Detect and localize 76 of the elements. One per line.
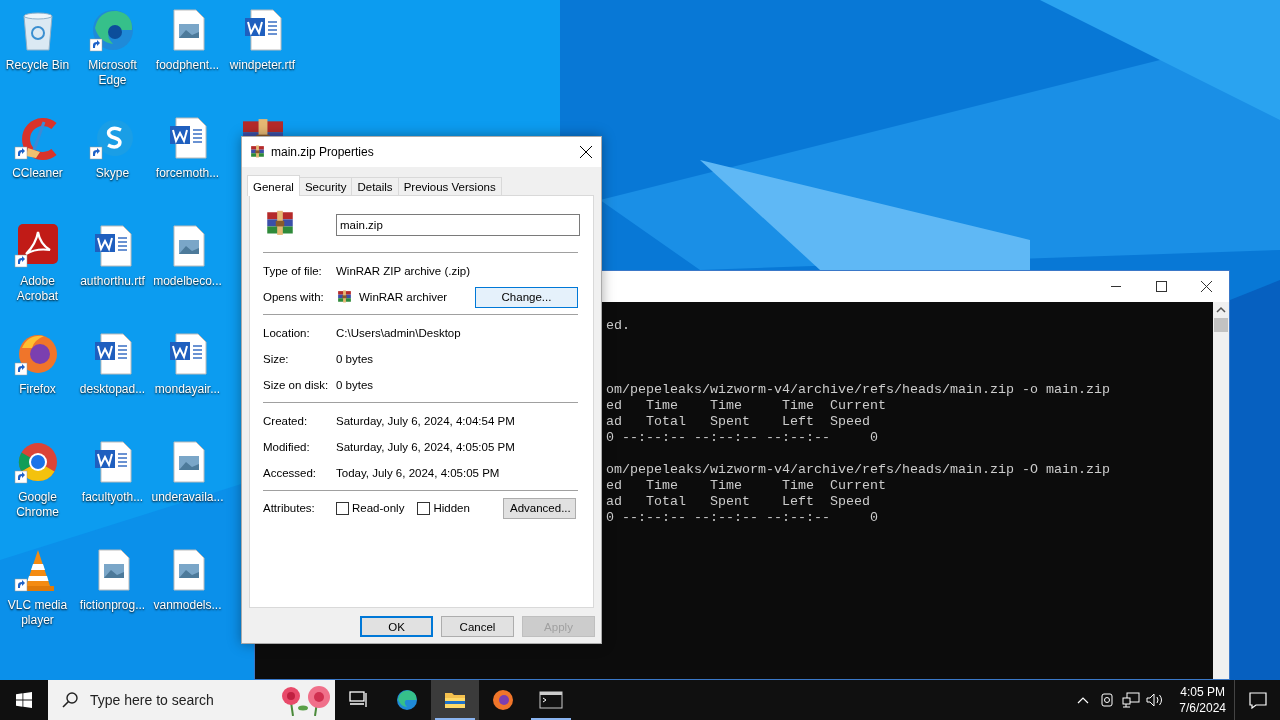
terminal-line: ed Time Time Time Current bbox=[606, 398, 886, 414]
property-label: Opens with: bbox=[263, 291, 325, 303]
windows-icon bbox=[16, 692, 32, 708]
notification-icon bbox=[1248, 691, 1267, 709]
property-value: 0 bytes bbox=[336, 379, 374, 391]
search-field[interactable]: Type here to search bbox=[48, 680, 335, 720]
scroll-thumb[interactable] bbox=[1214, 318, 1228, 332]
property-label: Modified: bbox=[263, 441, 311, 453]
terminal-line: ed. bbox=[606, 318, 630, 334]
desktop-shortcut[interactable]: modelbeco... bbox=[150, 216, 225, 324]
volume-icon[interactable] bbox=[1146, 692, 1165, 708]
desktop-shortcut[interactable]: facultyoth... bbox=[75, 432, 150, 540]
property-label: Accessed: bbox=[263, 467, 318, 479]
desktop-shortcut[interactable]: underavaila... bbox=[150, 432, 225, 540]
tab[interactable]: General bbox=[247, 175, 300, 196]
device-icon[interactable] bbox=[1099, 692, 1116, 708]
folder-icon bbox=[445, 693, 465, 708]
desktop-shortcut[interactable]: authorthu.rtf bbox=[75, 216, 150, 324]
dialog-button[interactable]: OK bbox=[360, 616, 433, 637]
close-icon bbox=[580, 146, 592, 158]
desktop-shortcut[interactable]: Adobe Acrobat bbox=[0, 216, 75, 324]
close-icon bbox=[1201, 281, 1212, 292]
browser-icon bbox=[493, 690, 513, 710]
desktop-shortcut[interactable]: CCleaner bbox=[0, 108, 75, 216]
terminal-line: 0 --:--:-- --:--:-- --:--:-- 0 bbox=[606, 430, 878, 446]
change-button[interactable]: Change... bbox=[475, 286, 578, 308]
desktop-shortcut[interactable]: Firefox bbox=[0, 324, 75, 432]
terminal-line: ad Total Spent Left Speed bbox=[606, 414, 870, 430]
property-label: Created: bbox=[263, 415, 309, 427]
desktop-shortcut[interactable]: vanmodels... bbox=[150, 540, 225, 648]
desktop-shortcut[interactable]: fictionprog... bbox=[75, 540, 150, 648]
desktop-shortcut[interactable]: Microsoft Edge bbox=[75, 0, 150, 108]
checkbox[interactable]: Hidden bbox=[417, 501, 470, 515]
property-label: Location: bbox=[263, 327, 311, 339]
terminal-line: ad Total Spent Left Speed bbox=[606, 494, 870, 510]
advanced-button[interactable]: Advanced... bbox=[503, 497, 576, 519]
property-value: WinRAR ZIP archive (.zip) bbox=[336, 265, 470, 277]
desktop-shortcut[interactable]: forcemoth... bbox=[150, 108, 225, 216]
chevron-up-icon[interactable] bbox=[1077, 696, 1090, 704]
desktop-shortcut[interactable]: VLC media player bbox=[0, 540, 75, 648]
dialog-title: main.zip Properties bbox=[271, 145, 375, 159]
property-label: Size on disk: bbox=[263, 379, 330, 391]
terminal-line: 0 --:--:-- --:--:-- --:--:-- 0 bbox=[606, 510, 878, 526]
desktop-shortcut[interactable]: Google Chrome bbox=[0, 432, 75, 540]
terminal-icon bbox=[539, 691, 563, 709]
property-label: Size: bbox=[263, 353, 290, 365]
terminal-line: ed Time Time Time Current bbox=[606, 478, 886, 494]
scrollbar[interactable] bbox=[1213, 302, 1229, 679]
checkbox[interactable]: Read-only bbox=[336, 501, 405, 515]
file-name-field[interactable]: main.zip bbox=[336, 214, 580, 236]
search-icon bbox=[62, 692, 78, 708]
maximize-icon bbox=[1156, 281, 1167, 292]
desktop-shortcut[interactable]: mondayair... bbox=[150, 324, 225, 432]
property-value: Saturday, July 6, 2024, 4:05:05 PM bbox=[336, 441, 515, 453]
property-value: Today, July 6, 2024, 4:05:05 PM bbox=[336, 467, 500, 479]
desktop-shortcut[interactable]: foodphent... bbox=[150, 0, 225, 108]
terminal-line: om/pepeleaks/wizworm-v4/archive/refs/heads/main.zip -O main.zip bbox=[606, 462, 1110, 478]
tab[interactable]: Security bbox=[298, 177, 353, 195]
dialog-button[interactable]: Cancel bbox=[441, 616, 514, 637]
desktop-shortcut[interactable]: Recycle Bin bbox=[0, 0, 75, 108]
desktop-shortcut[interactable]: Skype bbox=[75, 108, 150, 216]
network-icon[interactable] bbox=[1122, 692, 1141, 708]
property-value: WinRAR archiver bbox=[359, 291, 449, 303]
property-value: Saturday, July 6, 2024, 4:04:54 PM bbox=[336, 415, 515, 427]
property-label: Attributes: bbox=[263, 502, 316, 514]
tab[interactable]: Previous Versions bbox=[397, 177, 502, 195]
task-view-icon bbox=[349, 691, 367, 708]
taskbar-app[interactable] bbox=[431, 680, 479, 720]
desktop-shortcut[interactable]: windpeter.rtf bbox=[225, 0, 300, 108]
terminal-line: om/pepeleaks/wizworm-v4/archive/refs/heads/main.zip -o main.zip bbox=[606, 382, 1110, 398]
desktop-shortcut[interactable]: desktopad... bbox=[75, 324, 150, 432]
swirl-icon bbox=[397, 690, 417, 710]
property-value: C:\Users\admin\Desktop bbox=[336, 327, 461, 339]
property-value: 0 bytes bbox=[336, 353, 374, 365]
property-label: Type of file: bbox=[263, 265, 323, 277]
clock[interactable]: 4:05 PM 7/6/2024 bbox=[1171, 684, 1234, 716]
